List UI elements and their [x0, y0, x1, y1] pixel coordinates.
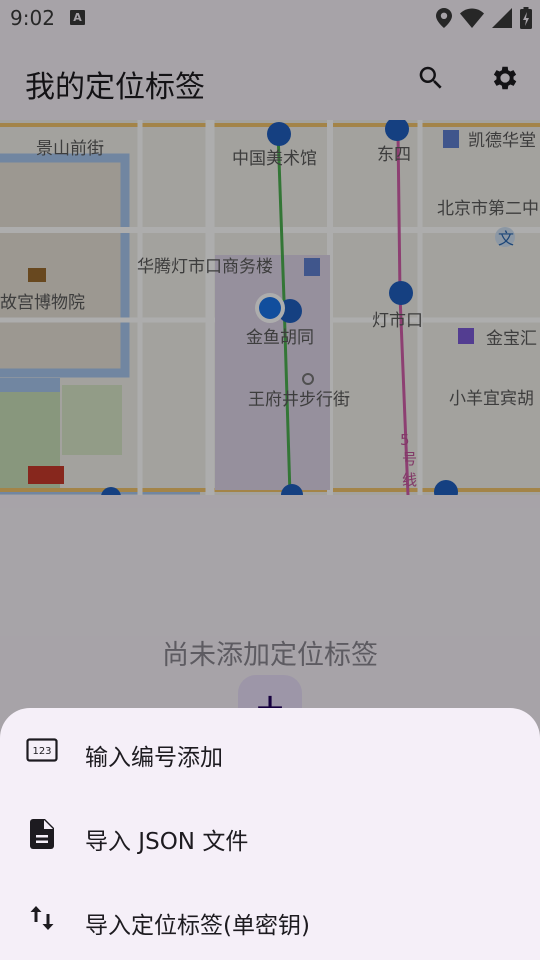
menu-item-label: 输入编号添加: [85, 745, 223, 771]
menu-item-label: 导入 JSON 文件: [85, 829, 249, 855]
swap-vertical-icon: [26, 904, 58, 932]
document-icon: [26, 819, 58, 849]
svg-text:123: 123: [32, 746, 51, 757]
menu-item-label: 导入定位标签(单密钥): [85, 913, 310, 939]
menu-item-input-number[interactable]: 123 输入编号添加: [0, 708, 540, 792]
bottom-sheet: 123 输入编号添加 导入 JSON 文件 导入定位标签(单密钥): [0, 708, 540, 960]
numeric-keypad-icon: 123: [26, 736, 58, 764]
menu-item-import-json[interactable]: 导入 JSON 文件: [0, 792, 540, 876]
menu-item-import-single-key[interactable]: 导入定位标签(单密钥): [0, 876, 540, 960]
